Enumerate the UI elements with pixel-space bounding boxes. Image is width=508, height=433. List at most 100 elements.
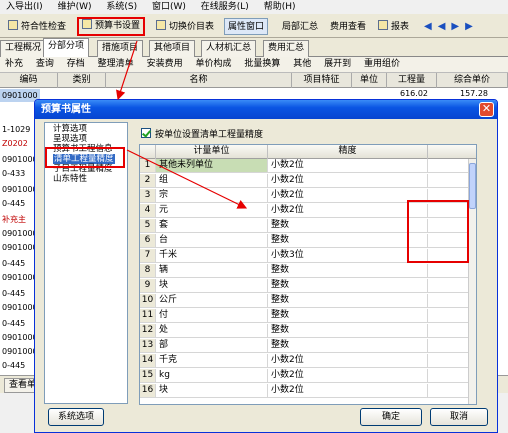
unit-cell[interactable]: 宗 (156, 189, 268, 202)
unit-cell[interactable]: 台 (156, 234, 268, 247)
precision-cell[interactable]: 小数3位 (268, 249, 428, 262)
checkbox-checked-icon[interactable] (141, 128, 151, 138)
ok-button[interactable]: 确定 (360, 408, 422, 426)
precision-cell[interactable]: 小数2位 (268, 159, 428, 172)
menu-help[interactable]: 帮助(H) (258, 0, 302, 14)
tab-fee-summary[interactable]: 费用汇总 (263, 40, 310, 57)
precision-table: 计量单位 精度 1 其他未列单位 小数2位 2 组小数2位 3 宗小数2位 4 元小数2位 5 套整… (139, 144, 477, 405)
check-icon (8, 20, 18, 30)
precision-cell[interactable]: 小数2位 (268, 174, 428, 187)
batch-convert-button[interactable]: 批量换算 (239, 57, 285, 72)
system-options-button[interactable]: 系统选项 (48, 408, 104, 426)
precision-row[interactable]: 1 其他未列单位 小数2位 (140, 159, 476, 173)
unit-cell[interactable]: kg (156, 369, 268, 382)
grid-header-unit[interactable]: 单位 (352, 73, 387, 88)
switch-price-table-button[interactable]: 切换价目表 (152, 18, 218, 35)
header-unit[interactable]: 计量单位 (156, 145, 268, 159)
precision-cell[interactable]: 小数2位 (268, 384, 428, 397)
precision-cell[interactable]: 整数 (268, 279, 428, 292)
tab-labor-material-summary[interactable]: 人材机汇总 (201, 40, 257, 57)
unit-cell[interactable]: 元 (156, 204, 268, 217)
grid-header-name[interactable]: 名称 (106, 73, 292, 88)
menu-maintain[interactable]: 维护(W) (52, 0, 98, 14)
unit-cell[interactable]: 组 (156, 174, 268, 187)
precision-cell[interactable]: 小数2位 (268, 369, 428, 382)
table-scrollbar[interactable] (468, 159, 476, 404)
unit-cell[interactable]: 辆 (156, 264, 268, 277)
grid-header-quantity[interactable]: 工程量 (387, 73, 437, 88)
unit-cell[interactable]: 其他未列单位 (156, 159, 268, 172)
organize-list-button[interactable]: 整理清单 (93, 57, 139, 72)
empty-cell (428, 264, 468, 277)
precision-cell[interactable]: 小数2位 (268, 204, 428, 217)
tab-project-overview[interactable]: 工程概况 (0, 40, 47, 57)
fee-view-button[interactable]: 费用查看 (326, 18, 370, 35)
compliance-check-button[interactable]: 符合性检查 (4, 18, 70, 35)
precision-cell[interactable]: 整数 (268, 339, 428, 352)
precision-cell[interactable]: 小数2位 (268, 354, 428, 367)
precision-by-unit-checkbox[interactable]: 按单位设置清单工程量精度 (141, 128, 263, 141)
navigation-arrows[interactable]: ◀◀▶▶ (420, 18, 483, 35)
grid-header-feature[interactable]: 项目特征 (292, 73, 352, 88)
report-button[interactable]: 报表 (374, 18, 413, 35)
precision-cell[interactable]: 整数 (268, 309, 428, 322)
menu-online-service[interactable]: 在线服务(L) (195, 0, 255, 14)
tree-item-shandong-features[interactable]: 山东特性 (53, 174, 87, 184)
empty-cell (428, 369, 468, 382)
precision-cell[interactable]: 小数2位 (268, 189, 428, 202)
unit-cell[interactable]: 公斤 (156, 294, 268, 307)
supplement-button[interactable]: 补充 (0, 57, 28, 72)
tab-measures[interactable]: 措施项目 (97, 40, 144, 57)
local-summary-button[interactable]: 局部汇总 (278, 18, 322, 35)
checkbox-label: 按单位设置清单工程量精度 (155, 130, 264, 140)
close-icon[interactable]: ✕ (479, 102, 494, 117)
unit-cell[interactable]: 块 (156, 384, 268, 397)
expand-to-button[interactable]: 展开到 (319, 57, 356, 72)
unit-cell[interactable]: 千克 (156, 354, 268, 367)
unit-cell[interactable]: 套 (156, 219, 268, 232)
menu-window[interactable]: 窗口(W) (146, 0, 192, 14)
precision-row[interactable]: 12 处整数 (140, 324, 476, 338)
budget-settings-button[interactable]: 预算书设置 (77, 17, 146, 36)
precision-cell[interactable]: 整数 (268, 264, 428, 277)
precision-cell[interactable]: 整数 (268, 294, 428, 307)
other-button[interactable]: 其他 (288, 57, 316, 72)
precision-cell[interactable]: 整数 (268, 324, 428, 337)
archive-button[interactable]: 存档 (62, 57, 90, 72)
empty-cell (428, 279, 468, 292)
precision-row[interactable]: 14 千克 小数2位 (140, 354, 476, 368)
tree-item-calc-options[interactable]: 计算选项 (53, 124, 87, 134)
precision-row[interactable]: 9 块整数 (140, 279, 476, 293)
precision-row[interactable]: 16 块小数2位 (140, 384, 476, 398)
install-fee-button[interactable]: 安装费用 (142, 57, 188, 72)
unit-cell[interactable]: 处 (156, 324, 268, 337)
unit-cell[interactable]: 块 (156, 279, 268, 292)
menu-import-export[interactable]: 入导出(I) (0, 0, 49, 14)
grid-header-code[interactable]: 编码 (0, 73, 58, 88)
precision-cell[interactable]: 整数 (268, 219, 428, 232)
header-precision[interactable]: 精度 (268, 145, 428, 159)
grid-header-unit-price[interactable]: 综合单价 (437, 73, 508, 88)
precision-row[interactable]: 15 kg 小数2位 (140, 369, 476, 383)
attribute-window-button[interactable]: 属性窗口 (224, 18, 269, 35)
menu-system[interactable]: 系统(S) (100, 0, 143, 14)
unit-cell[interactable]: 千米 (156, 249, 268, 262)
precision-row[interactable]: 11 付整数 (140, 309, 476, 323)
unit-cell[interactable]: 部 (156, 339, 268, 352)
selection-highlight-box (45, 147, 125, 168)
precision-row[interactable]: 8 辆整数 (140, 264, 476, 278)
grid-header-type[interactable]: 类别 (58, 73, 106, 88)
precision-row[interactable]: 13 部整数 (140, 339, 476, 353)
precision-row[interactable]: 10 公斤 整数 (140, 294, 476, 308)
query-button[interactable]: 查询 (31, 57, 59, 72)
unit-price-button[interactable]: 单价构成 (190, 57, 236, 72)
tab-other-items[interactable]: 其他项目 (149, 40, 196, 57)
scrollbar-thumb[interactable] (469, 163, 476, 209)
unit-cell[interactable]: 付 (156, 309, 268, 322)
precision-row[interactable]: 2 组小数2位 (140, 174, 476, 188)
cancel-button[interactable]: 取消 (430, 408, 488, 426)
tree-item-display-options[interactable]: 呈现选项 (53, 134, 87, 144)
precision-cell[interactable]: 整数 (268, 234, 428, 247)
tab-sub-items[interactable]: 分部分项 (43, 38, 90, 57)
reuse-pricing-button[interactable]: 重用组价 (359, 57, 405, 72)
